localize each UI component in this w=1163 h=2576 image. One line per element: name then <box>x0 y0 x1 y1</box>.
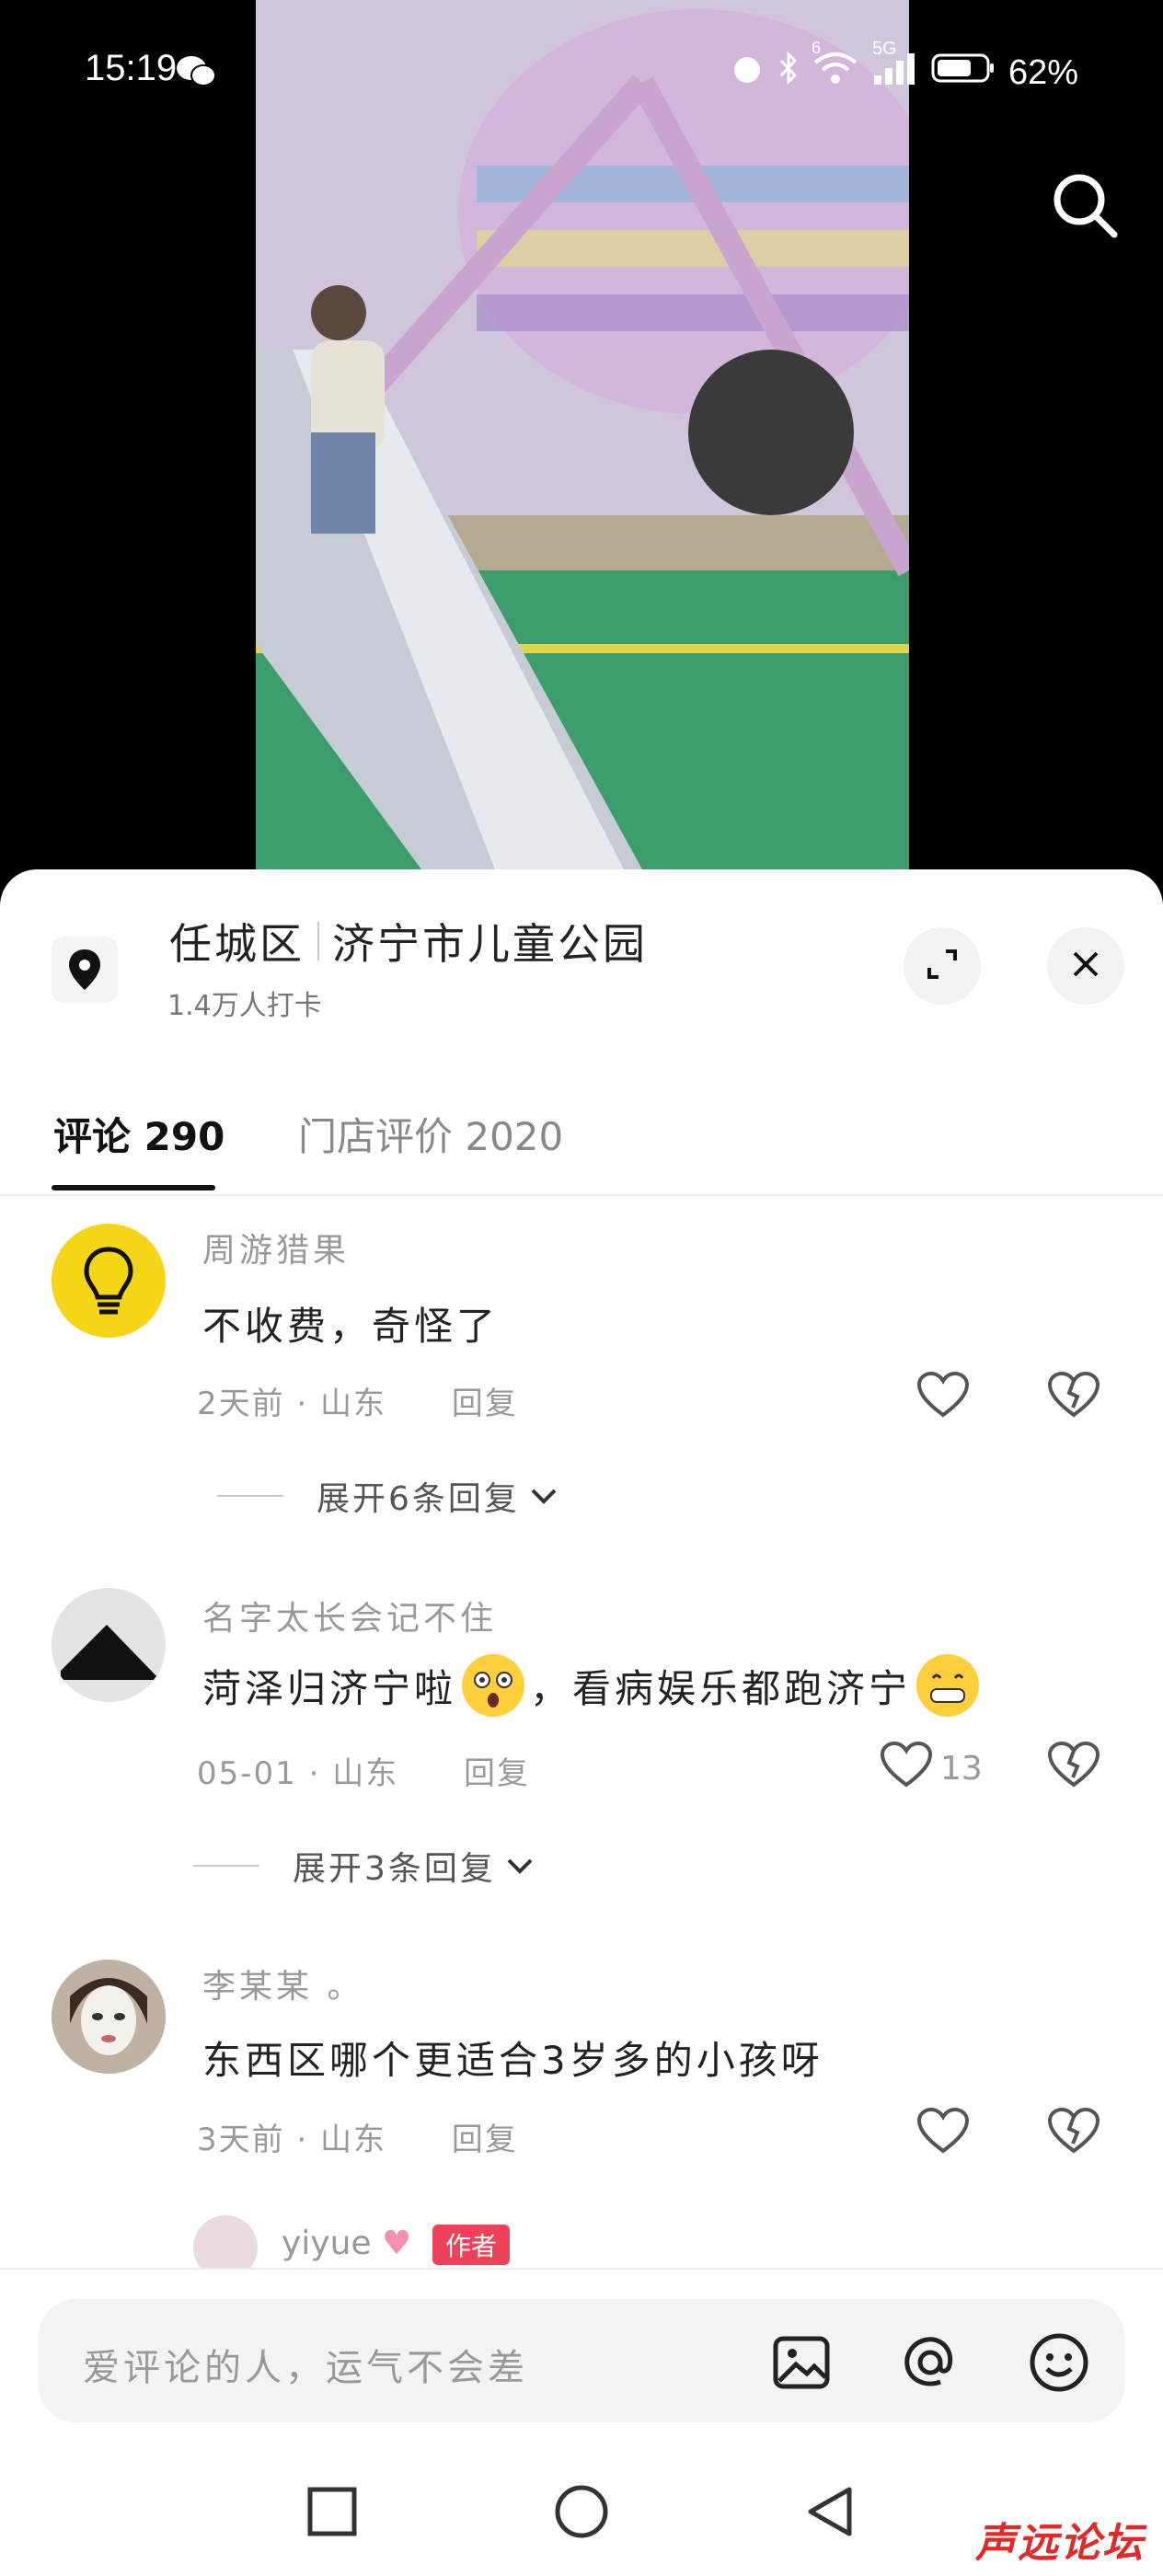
signal-label: 5G <box>871 39 897 59</box>
comment-time-location: 05-01 · 山东 <box>197 1755 399 1792</box>
comment-username[interactable]: 周游猎果 <box>202 1224 350 1271</box>
heart-icon <box>880 1741 933 1797</box>
tab-comments[interactable]: 评论 290 <box>53 1106 225 1162</box>
comment-username[interactable]: 名字太长会记不住 <box>202 1592 497 1639</box>
like-button[interactable] <box>916 2107 977 2163</box>
expand-icon <box>924 946 961 986</box>
reply-username-text[interactable]: yiyue <box>282 2225 372 2262</box>
emoji-icon[interactable] <box>1027 2330 1091 2395</box>
like-count: 13 <box>940 1750 983 1788</box>
status-bar: 15:19 6 5G 62% <box>0 0 1163 138</box>
back-nav-icon[interactable] <box>797 2479 861 2544</box>
status-icons: 6 5G 62% <box>729 39 1078 96</box>
comment-time-location: 3天前 · 山东 <box>197 2122 387 2158</box>
status-time: 15:19 <box>85 48 178 88</box>
expand-replies-label[interactable]: 展开6条回复 <box>317 1472 520 1520</box>
heart-icon <box>916 2107 970 2163</box>
location-pin-icon <box>52 937 118 1003</box>
comment-text: 东西区哪个更适合3岁多的小孩呀 <box>202 2038 823 2083</box>
battery-icon <box>931 50 996 96</box>
title-divider <box>317 922 319 960</box>
comment-text: 菏泽归济宁啦 ，看病娱乐都跑济宁 <box>202 1654 985 1717</box>
battery-percent: 62% <box>1008 52 1078 92</box>
reply-username[interactable]: yiyue ♥ <box>282 2225 411 2262</box>
comment-meta: 3天前 · 山东 回复 <box>197 2114 518 2159</box>
avatar[interactable] <box>52 1960 166 2074</box>
location-place[interactable]: 济宁市儿童公园 <box>332 911 648 972</box>
square-nav-icon[interactable] <box>300 2479 364 2544</box>
location-title[interactable]: 任城区 济宁市儿童公园 <box>169 911 648 972</box>
broken-heart-icon <box>1047 2107 1100 2163</box>
signal-icon: 5G <box>872 39 918 96</box>
reply-button[interactable]: 回复 <box>464 1755 530 1792</box>
comment-list[interactable]: 周游猎果 不收费，奇怪了 2天前 · 山东 回复 展开6条回复 名字太长会记不住 <box>0 1196 1163 2268</box>
close-button[interactable] <box>1047 927 1124 1005</box>
image-icon[interactable] <box>769 2330 834 2395</box>
reply-button[interactable]: 回复 <box>452 1386 518 1422</box>
comment-username[interactable]: 李某某 。 <box>202 1960 363 2007</box>
at-icon[interactable] <box>898 2330 962 2395</box>
dislike-button[interactable] <box>1047 2107 1100 2163</box>
circle-nav-icon[interactable] <box>549 2479 614 2544</box>
bluetooth-icon <box>778 50 799 96</box>
wechat-icon <box>175 53 217 92</box>
like-button[interactable] <box>916 1371 977 1427</box>
avatar[interactable] <box>52 1588 166 1702</box>
broken-heart-icon <box>1047 1741 1100 1797</box>
tab-store-reviews[interactable]: 门店评价 2020 <box>298 1106 563 1162</box>
comment-meta: 05-01 · 山东 回复 <box>197 1748 530 1793</box>
active-tab-indicator <box>52 1185 215 1190</box>
location-district[interactable]: 任城区 <box>169 911 305 972</box>
comment-input-placeholder: 爱评论的人，运气不会差 <box>83 2347 528 2389</box>
wifi-label: 6 <box>811 39 821 57</box>
shocked-emoji-icon <box>462 1654 525 1717</box>
watermark: 声远论坛 <box>975 2520 1145 2567</box>
heart-icon <box>916 1371 970 1427</box>
expand-replies-label[interactable]: 展开3条回复 <box>293 1842 496 1890</box>
close-icon <box>1069 948 1102 984</box>
avatar[interactable] <box>193 2215 258 2268</box>
divider-line <box>193 1865 259 1867</box>
expand-replies[interactable]: 展开6条回复 <box>217 1472 558 1520</box>
alarm-icon <box>729 50 766 96</box>
system-nav-bar: 声远论坛 <box>0 2443 1163 2576</box>
expand-button[interactable] <box>904 927 981 1005</box>
avatar[interactable] <box>52 1224 166 1338</box>
comment-input-bar: 爱评论的人，运气不会差 <box>0 2268 1163 2444</box>
reply-button[interactable]: 回复 <box>452 2122 518 2158</box>
wifi-icon: 6 <box>812 39 859 96</box>
author-badge: 作者 <box>432 2225 511 2265</box>
broken-heart-icon <box>1047 1371 1100 1427</box>
search-button[interactable] <box>1043 166 1126 248</box>
comment-text-part2: ，看病娱乐都跑济宁 <box>530 1665 912 1711</box>
pink-hearts-icon: ♥ <box>382 2225 412 2262</box>
comment-input[interactable]: 爱评论的人，运气不会差 <box>39 2299 1124 2422</box>
expand-replies[interactable]: 展开3条回复 <box>193 1842 535 1890</box>
like-button[interactable]: 13 <box>880 1741 983 1797</box>
comment-text: 不收费，奇怪了 <box>202 1304 500 1349</box>
comment-time-location: 2天前 · 山东 <box>197 1386 387 1422</box>
divider-line <box>217 1495 283 1497</box>
chevron-down-icon <box>505 1847 535 1885</box>
chevron-down-icon <box>529 1478 558 1515</box>
lightbulb-icon <box>84 1247 133 1315</box>
grinning-emoji-icon <box>916 1654 980 1717</box>
tab-bar: 评论 290 门店评价 2020 <box>0 1086 1163 1196</box>
avatar-image <box>52 1960 166 2074</box>
checkin-count: 1.4万人打卡 <box>167 990 322 1022</box>
dislike-button[interactable] <box>1047 1741 1100 1797</box>
comment-meta: 2天前 · 山东 回复 <box>197 1378 518 1423</box>
avatar-image <box>52 1588 166 1702</box>
comment-text-part1: 菏泽归济宁啦 <box>202 1665 457 1711</box>
dislike-button[interactable] <box>1047 1371 1100 1427</box>
search-icon <box>1050 170 1120 244</box>
